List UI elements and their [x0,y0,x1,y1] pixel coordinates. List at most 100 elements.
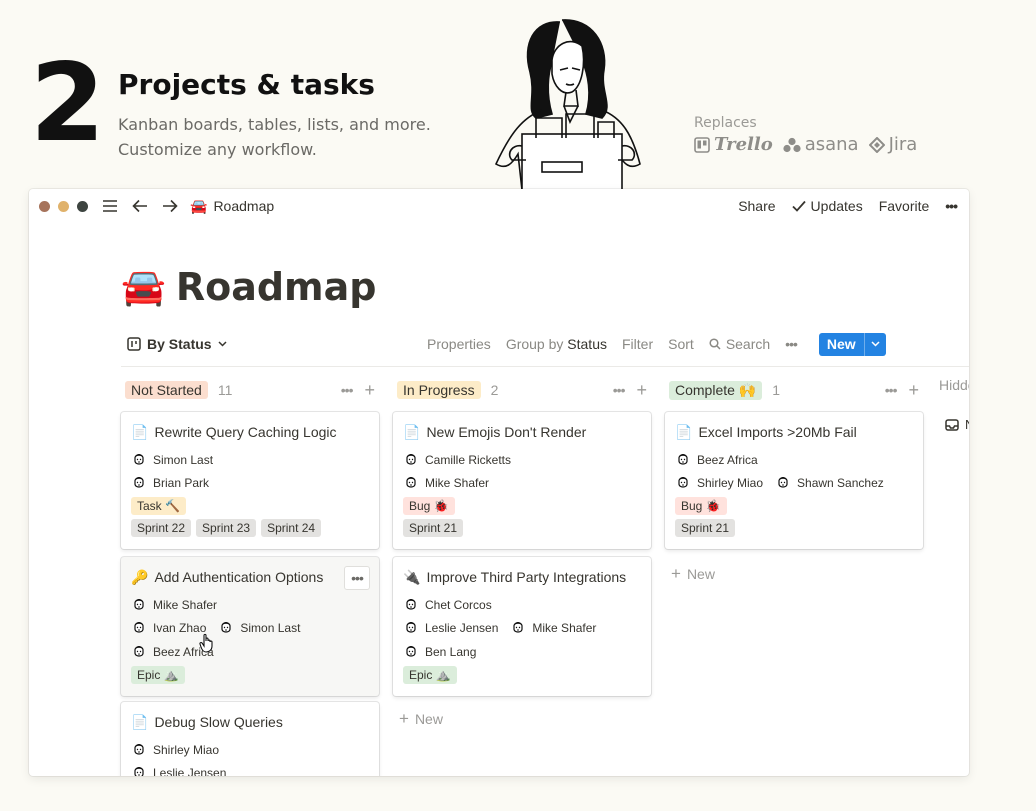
assignee[interactable]: Leslie Jensen [403,620,498,636]
column-add-icon[interactable]: + [908,380,919,401]
assignee-name: Brian Park [153,476,210,491]
search-button[interactable]: Search [709,336,770,352]
column-more-icon[interactable]: ••• [341,382,354,398]
forward-arrow-icon[interactable] [162,199,178,213]
card-title: 🔑 Add Authentication Options [131,567,369,587]
assignee-name: Simon Last [240,621,301,636]
woman-with-box-illustration [494,19,641,190]
type-tag: Epic ⛰️ [131,665,185,684]
share-button[interactable]: Share [738,198,775,214]
assignee[interactable]: Shirley Miao [131,742,219,758]
kanban-card[interactable]: 📄 New Emojis Don't Render Camille Ricketts… [393,412,651,549]
asana-wordmark: asana [804,134,859,155]
card-assignees: Mike Shafer Ivan Zhao Simon Last Beez Afric… [131,593,369,664]
card-tags: Epic ⛰️ [131,665,369,686]
kanban-card[interactable]: 📄 Rewrite Query Caching Logic Simon Last Br… [121,412,379,549]
add-new-card-button[interactable]: + New [671,564,715,584]
card-icon: 🔑 [131,568,149,585]
column-add-icon[interactable]: + [636,380,647,401]
avatar-icon [406,645,416,657]
back-arrow-icon[interactable] [132,199,148,213]
window-maximize-dot[interactable] [77,200,88,212]
card-title-text: Excel Imports >20Mb Fail [698,424,857,440]
window-minimize-dot[interactable] [58,200,69,212]
assignee[interactable]: Chet Corcos [403,597,492,613]
assignee[interactable]: Simon Last [218,620,300,636]
assignee[interactable]: Mike Shafer [510,620,596,636]
properties-button[interactable]: Properties [427,336,491,352]
status-pill[interactable]: In Progress [397,381,481,399]
board-column-in-progress: In Progress 2 ••• + [393,377,651,403]
column-more-icon[interactable]: ••• [885,382,898,398]
column-count: 11 [217,382,233,398]
view-name: By Status [147,336,212,352]
new-button[interactable]: New [818,332,886,356]
section-number: 2 [30,41,105,166]
kanban-card[interactable]: 🔌 Improve Third Party Integrations Chet Co… [393,557,651,696]
menu-icon[interactable] [102,199,118,213]
updates-button[interactable]: Updates [791,198,863,214]
card-sprints: Sprint 21 [403,519,641,539]
group-by-button[interactable]: Group by Status [506,336,607,352]
more-options-button[interactable]: ••• [945,198,958,214]
assignee[interactable]: Beez Africa [675,452,758,468]
assignee-row: Shirley Miao [131,738,369,762]
card-assignees: Chet Corcos Leslie Jensen Mike Shafer Ben L… [403,593,641,664]
assignee[interactable]: Ivan Zhao [131,620,206,636]
column-add-icon[interactable]: + [364,380,375,401]
new-chevron-icon[interactable] [863,332,886,356]
card-more-button[interactable]: ••• [344,566,370,590]
sort-button[interactable]: Sort [668,336,694,352]
new-button-label: New [826,335,856,352]
avatar-icon [513,622,523,633]
group-by-prefix: Group by [505,336,564,352]
kanban-card[interactable]: 📄 Excel Imports >20Mb Fail Beez Africa Shir… [665,412,923,549]
sprint-tag: Sprint 21 [403,519,464,537]
kanban-card[interactable]: 🔑 Add Authentication Options Mike Shafer Iv… [121,557,379,696]
assignee-row: Shirley Miao Shawn Sanchez [675,472,913,496]
card-assignees: Beez Africa Shirley Miao Shawn Sanchez [675,448,913,495]
card-assignees: Camille Ricketts Mike Shafer [403,448,641,495]
filter-button[interactable]: Filter [622,336,653,352]
assignee-row: Mike Shafer [403,472,641,496]
favorite-button[interactable]: Favorite [879,198,930,214]
board-column-complete: Complete 🙌 1 ••• + [665,377,923,403]
card-assignees: Shirley Miao Leslie Jensen [131,738,369,776]
assignee-row: Camille Ricketts [403,448,641,472]
card-title: 📄 Excel Imports >20Mb Fail [675,422,913,442]
assignee[interactable]: Shawn Sanchez [775,475,884,491]
view-selector[interactable]: By Status [127,336,227,352]
hidden-group-item[interactable]: N [945,417,969,432]
kanban-card[interactable]: 📄 Debug Slow Queries Shirley Miao Leslie Je… [121,702,379,776]
replaces-label: Replaces [694,115,757,131]
hero-subtitle-line-2: Customize any workflow. [118,140,317,159]
check-icon [791,200,806,212]
window-topbar: 🚘 Roadmap Share Updates Favorite ••• [29,189,969,223]
column-controls: ••• + [885,377,919,403]
assignee[interactable]: Mike Shafer [131,597,217,613]
assignee[interactable]: Ben Lang [403,644,476,660]
column-more-icon[interactable]: ••• [613,382,626,398]
assignee-name: Leslie Jensen [153,766,227,776]
window-close-dot[interactable] [39,200,50,212]
view-more-button[interactable]: ••• [785,336,798,352]
avatar-icon [134,598,144,610]
page-title-text[interactable]: Roadmap [176,265,377,309]
card-tags: Bug 🐞 [675,497,913,517]
assignee[interactable]: Shirley Miao [675,475,763,491]
breadcrumb[interactable]: 🚘 Roadmap [190,198,274,215]
assignee[interactable]: Simon Last [131,452,213,468]
assignee[interactable]: Leslie Jensen [131,765,226,776]
card-title-text: Debug Slow Queries [154,714,283,730]
assignee[interactable]: Brian Park [131,475,209,491]
assignee-name: Camille Ricketts [425,452,512,467]
assignee[interactable]: Mike Shafer [403,475,489,491]
page-emoji-icon[interactable]: 🚘 [121,266,166,308]
hidden-column-label[interactable]: Hidden [939,377,969,393]
assignee[interactable]: Camille Ricketts [403,452,511,468]
column-header: Not Started 11 ••• + [121,377,379,403]
add-new-card-button[interactable]: + New [399,709,443,729]
status-pill[interactable]: Not Started [125,381,208,399]
status-pill[interactable]: Complete 🙌 [669,380,763,400]
asana-logo: asana [783,134,859,155]
